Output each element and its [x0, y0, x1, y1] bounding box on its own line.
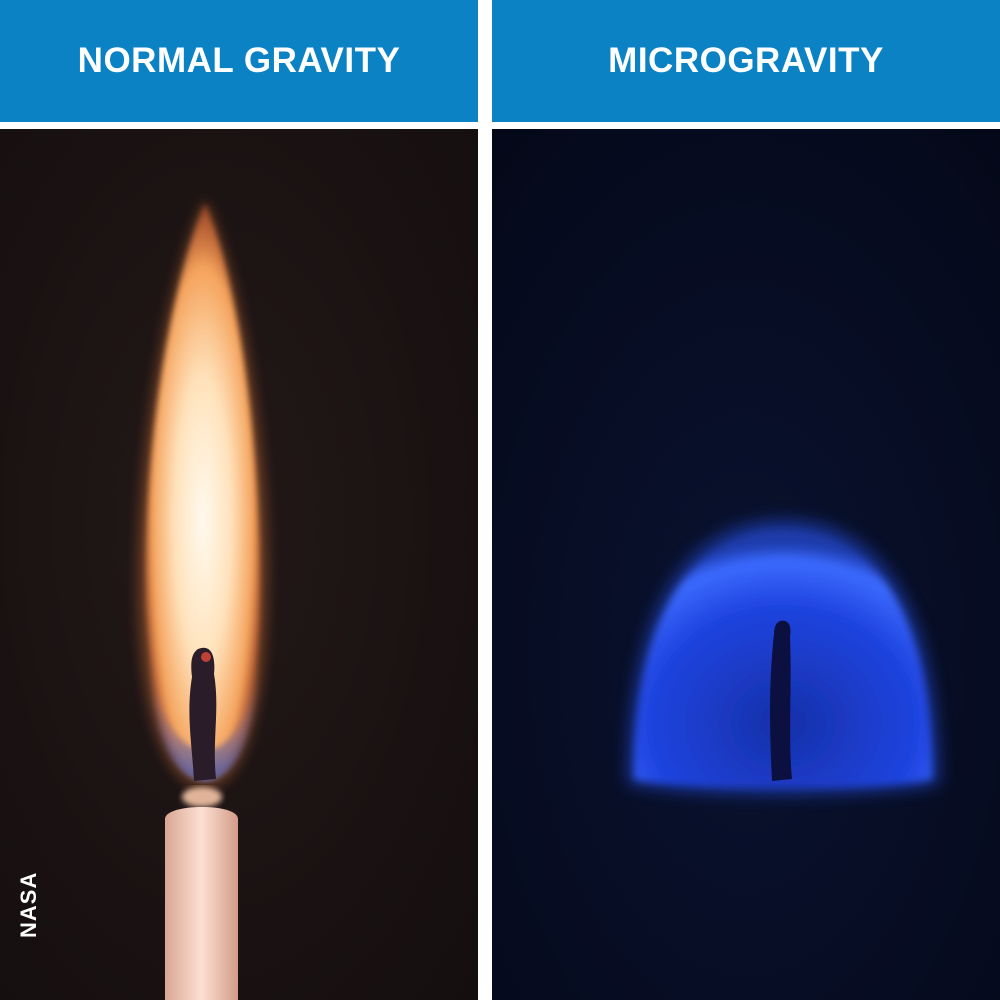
candle-flame-microgravity-image — [492, 129, 1000, 1000]
normal-gravity-panel: NORMAL GRAVITY NASA — [0, 0, 478, 1000]
normal-gravity-title: NORMAL GRAVITY — [77, 41, 401, 80]
microgravity-panel: MICROGRAVITY — [492, 0, 1000, 1000]
normal-gravity-header: NORMAL GRAVITY — [0, 0, 478, 122]
candle-body — [165, 807, 238, 1000]
candle-wick — [189, 647, 217, 781]
candle-flame-normal-gravity-image — [0, 129, 478, 1000]
microgravity-title: MICROGRAVITY — [608, 41, 884, 80]
candle-wick-micro — [770, 620, 792, 781]
center-divider — [478, 0, 492, 1000]
nasa-credit: NASA — [16, 871, 41, 938]
header-divider — [0, 122, 1000, 129]
microgravity-header: MICROGRAVITY — [492, 0, 1000, 122]
